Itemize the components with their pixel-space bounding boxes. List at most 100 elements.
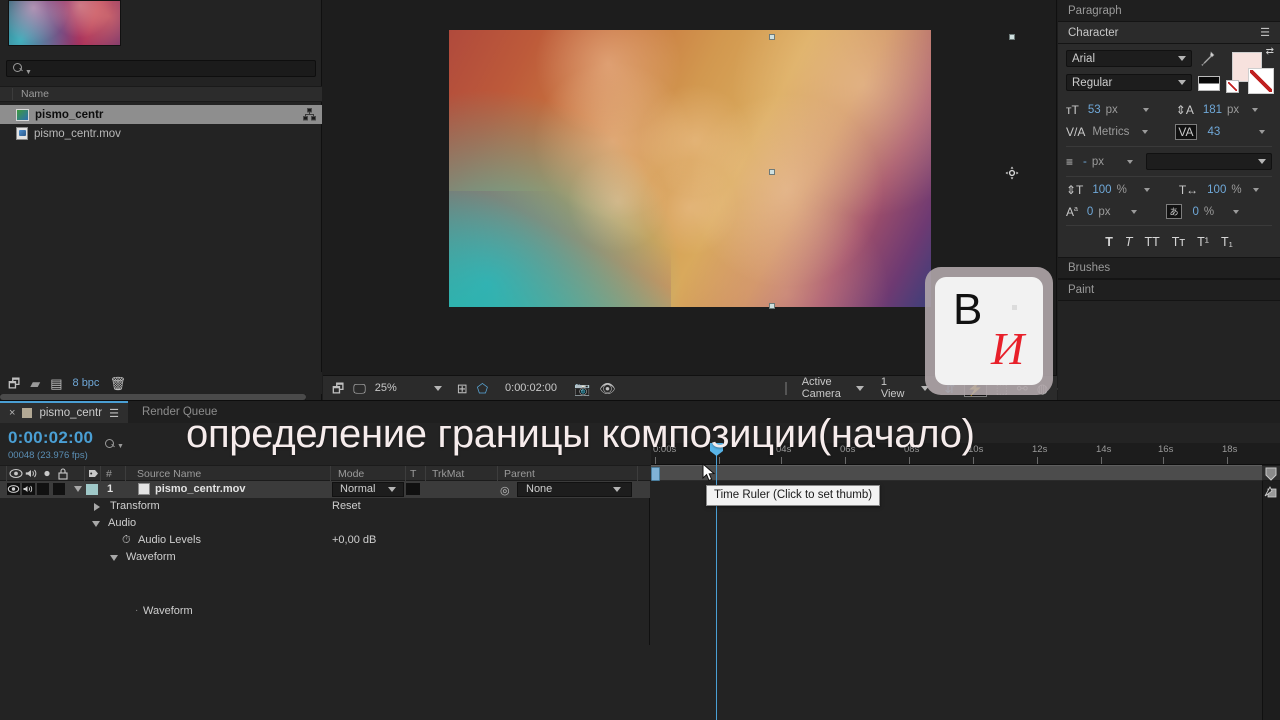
solo-toggle[interactable]	[37, 483, 49, 495]
magnification-value[interactable]: 25%	[375, 382, 397, 394]
transparency-grid-icon[interactable]	[784, 381, 787, 395]
panel-character-header[interactable]: Character ☰	[1058, 22, 1280, 44]
list-item[interactable]: Waveform	[0, 549, 650, 566]
selection-handle-bl[interactable]	[769, 303, 775, 309]
stopwatch-icon[interactable]: ⏱	[122, 534, 131, 547]
grid-guides-icon[interactable]: ⊞	[457, 382, 468, 395]
all-caps-button[interactable]: TT	[1144, 235, 1159, 249]
panel-menu-icon[interactable]: ☰	[109, 407, 119, 420]
video-visibility-icon[interactable]	[7, 483, 20, 495]
audio-expand-icon[interactable]	[92, 521, 100, 527]
faux-bold-button[interactable]: T	[1105, 235, 1113, 249]
work-area-bar[interactable]	[651, 465, 1262, 481]
language-latin-letter: B	[953, 285, 983, 334]
transform-expand-icon[interactable]	[94, 503, 100, 511]
panel-paragraph-header[interactable]: Paragraph	[1058, 0, 1280, 22]
work-area-start-handle[interactable]	[651, 467, 660, 481]
small-caps-button[interactable]: Tт	[1172, 235, 1185, 249]
panel-brushes-header[interactable]: Brushes	[1058, 257, 1280, 279]
share-icon[interactable]	[303, 105, 316, 124]
list-item[interactable]: ⏱ Audio Levels +0,00 dB	[0, 532, 650, 549]
paint-title: Paint	[1068, 284, 1095, 296]
timeline-track-area[interactable]	[651, 481, 1280, 720]
anchor-point-icon[interactable]	[1005, 166, 1019, 180]
baseline-shift-stepper-icon[interactable]	[1131, 209, 1138, 214]
delete-icon[interactable]: 🗑	[109, 377, 126, 390]
stroke-width-value[interactable]: -	[1083, 156, 1087, 168]
always-preview-icon[interactable]: 🗗	[332, 382, 344, 395]
lock-toggle[interactable]	[53, 483, 65, 495]
stroke-width-stepper-icon[interactable]	[1127, 159, 1134, 164]
tracking-icon: VA	[1175, 124, 1197, 140]
table-row[interactable]: 1 pismo_centr.mov Normal ◎ None	[0, 481, 650, 498]
selection-handle-tc[interactable]	[1009, 34, 1015, 40]
kerning-value[interactable]: Metrics	[1092, 126, 1129, 138]
project-item-footage[interactable]: pismo_centr.mov	[0, 124, 322, 143]
tsume-value[interactable]: 0	[1193, 206, 1199, 218]
horizontal-scale-value[interactable]: 100	[1207, 184, 1226, 196]
snapshot-camera-icon[interactable]: 📷	[574, 382, 590, 395]
vertical-scale-stepper-icon[interactable]	[1143, 188, 1150, 192]
kerning-stepper-icon[interactable]	[1142, 130, 1149, 134]
close-icon[interactable]: ×	[9, 407, 15, 419]
panel-menu-icon[interactable]: ☰	[1260, 26, 1270, 39]
stroke-color-swatch[interactable]	[1248, 68, 1274, 94]
project-item-composition[interactable]: pismo_centr	[0, 105, 322, 124]
region-of-interest-icon[interactable]: ⬠	[477, 382, 488, 395]
baseline-shift-value[interactable]: 0	[1087, 206, 1093, 218]
vertical-scale-value[interactable]: 100	[1092, 184, 1111, 196]
font-size-stepper-icon[interactable]	[1142, 108, 1149, 112]
eyedropper-icon[interactable]	[1198, 50, 1216, 71]
tracking-stepper-icon[interactable]	[1259, 130, 1266, 134]
stroke-style-dropdown[interactable]	[1146, 153, 1272, 170]
property-value[interactable]: Reset	[332, 500, 361, 512]
bit-depth-label[interactable]: 8 bpc	[73, 377, 100, 389]
show-snapshot-icon[interactable]: 👁	[599, 382, 616, 395]
tsume-stepper-icon[interactable]	[1233, 209, 1240, 214]
audio-mute-icon[interactable]	[22, 483, 35, 495]
superscript-button[interactable]: T¹	[1197, 235, 1209, 249]
no-fill-swatch[interactable]	[1226, 80, 1239, 93]
horizontal-scale-stepper-icon[interactable]	[1252, 188, 1259, 192]
label-color-swatch[interactable]	[86, 484, 98, 495]
font-style-dropdown[interactable]: Regular	[1066, 74, 1192, 91]
project-search-input[interactable]: ▼	[6, 60, 316, 77]
tab-composition[interactable]: × pismo_centr ☰	[0, 401, 128, 423]
list-item[interactable]: Transform Reset	[0, 498, 650, 515]
waveform-expand-icon[interactable]	[110, 555, 118, 561]
subscript-button[interactable]: T₁	[1221, 235, 1233, 249]
panel-paint-header[interactable]: Paint	[1058, 279, 1280, 301]
list-item[interactable]: Audio	[0, 515, 650, 532]
motion-blur-switch-icon[interactable]	[1264, 485, 1278, 499]
layer-expand-icon[interactable]	[74, 486, 82, 492]
layer-source-name[interactable]: pismo_centr.mov	[155, 483, 245, 495]
view-layout-value[interactable]: 1 View	[881, 376, 905, 400]
trkmat-swatch[interactable]	[406, 483, 420, 495]
timeline-search-input[interactable]: ▼	[105, 439, 124, 450]
viewer-timecode[interactable]: 0:00:02:00	[505, 382, 557, 394]
font-size-value[interactable]: 53	[1088, 104, 1101, 116]
brushes-title: Brushes	[1068, 262, 1111, 274]
black-white-swatch[interactable]	[1198, 76, 1220, 91]
faux-italic-button[interactable]: T	[1125, 235, 1133, 249]
parent-pickwhip-icon[interactable]: ◎	[500, 484, 510, 497]
swap-colors-icon[interactable]: ⇄	[1266, 46, 1274, 57]
property-value[interactable]: +0,00 dB	[332, 534, 376, 546]
shy-switch-icon[interactable]	[1264, 467, 1278, 481]
magnification-dropdown-icon[interactable]	[433, 385, 442, 391]
leading-stepper-icon[interactable]	[1252, 108, 1259, 112]
leading-value[interactable]: 181	[1203, 104, 1222, 116]
new-folder-icon[interactable]: ▰	[30, 377, 40, 390]
view-mode-value[interactable]: Active Camera	[802, 376, 841, 400]
new-composition-icon[interactable]: 🗗	[8, 377, 20, 390]
composition-canvas[interactable]	[449, 30, 931, 307]
selection-handle-tl[interactable]	[769, 34, 775, 40]
font-family-dropdown[interactable]: Arial	[1066, 50, 1192, 67]
tracking-value[interactable]: 43	[1208, 126, 1221, 138]
selection-handle-ml[interactable]	[769, 169, 775, 175]
list-item[interactable]: · Waveform	[0, 600, 650, 624]
project-settings-icon[interactable]: ▤	[50, 377, 62, 390]
view-mode-dropdown-icon[interactable]	[855, 385, 864, 391]
monitor-icon[interactable]: 🖵	[353, 382, 366, 395]
language-card-inner: B И	[935, 277, 1043, 385]
